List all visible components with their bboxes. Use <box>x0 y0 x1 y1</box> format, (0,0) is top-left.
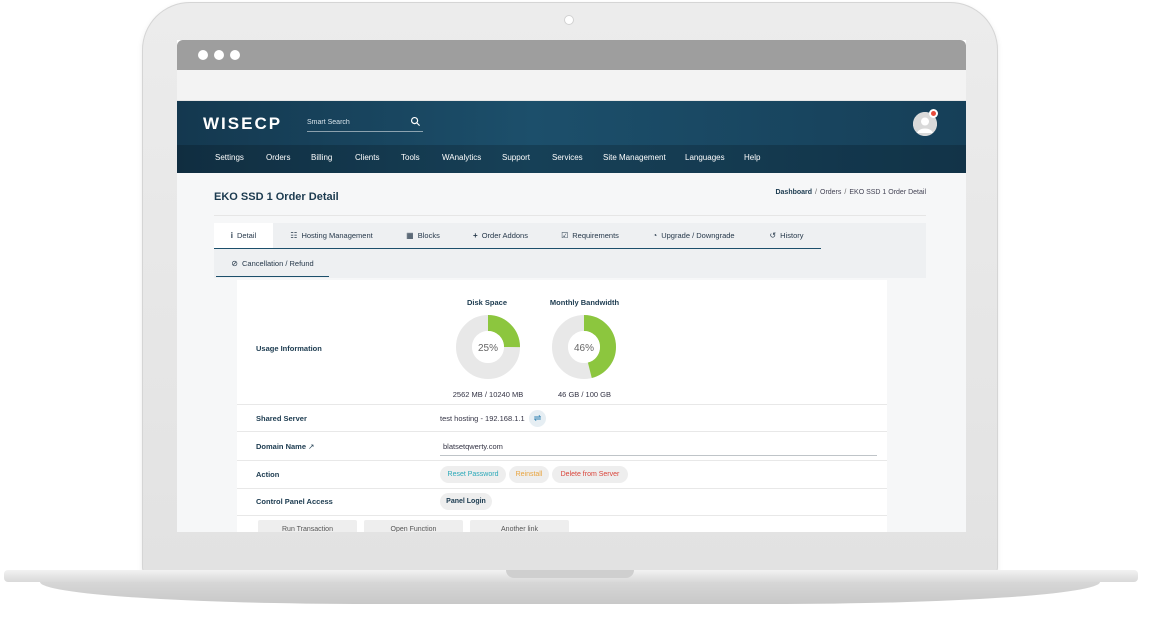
nav-clients[interactable]: Clients <box>355 153 379 162</box>
tab-order-addons[interactable]: + Order Addons <box>456 223 545 249</box>
notification-icon[interactable] <box>929 109 938 118</box>
run-transaction-button[interactable]: Run Transaction <box>258 520 357 532</box>
tab-label: Blocks <box>417 231 440 240</box>
divider <box>237 515 887 516</box>
open-function-button[interactable]: Open Function <box>364 520 463 532</box>
shared-server-value: test hosting - 192.168.1.1 <box>440 414 525 423</box>
breadcrumb-orders[interactable]: Orders <box>820 189 841 196</box>
bandwidth-caption: 46 GB / 100 GB <box>558 390 611 399</box>
webcam-icon <box>564 15 574 25</box>
divider <box>237 460 887 461</box>
nav-support[interactable]: Support <box>502 153 530 162</box>
logo[interactable]: WISECP <box>203 114 282 134</box>
swap-server-icon[interactable]: ⇌ <box>529 410 546 427</box>
plus-icon: + <box>473 231 478 240</box>
bandwidth-donut: 46% <box>552 315 616 379</box>
external-link-icon[interactable]: ↗ <box>308 442 314 451</box>
nav-orders[interactable]: Orders <box>266 153 290 162</box>
history-icon: ↺ <box>769 231 777 240</box>
nav-billing[interactable]: Billing <box>311 153 332 162</box>
nav-languages[interactable]: Languages <box>685 153 725 162</box>
bandwidth-title: Monthly Bandwidth <box>549 298 620 307</box>
tab-history[interactable]: ↺ History <box>752 223 821 249</box>
info-icon: i <box>230 231 234 240</box>
page-title: EKO SSD 1 Order Detail <box>214 191 339 203</box>
nav-tools[interactable]: Tools <box>401 153 420 162</box>
breadcrumb-separator: / <box>815 189 817 196</box>
control-panel-access-label: Control Panel Access <box>256 497 333 506</box>
laptop-base-bottom <box>40 582 1100 604</box>
domain-name-field[interactable] <box>440 438 877 456</box>
action-label: Action <box>256 470 280 479</box>
tab-cancellation-refund[interactable]: ⊘ Cancellation / Refund <box>216 251 329 277</box>
reset-password-button[interactable]: Reset Password <box>440 466 506 483</box>
tab-label: Order Addons <box>481 231 528 240</box>
app-header: WISECP Settings Orders Billing Clients T… <box>177 101 966 173</box>
search-input[interactable] <box>307 115 407 129</box>
window-dot-icon[interactable] <box>198 50 208 60</box>
tab-blocks[interactable]: ▦ Blocks <box>390 223 456 249</box>
tab-upgrade-downgrade[interactable]: ◔ Upgrade / Downgrade <box>635 223 752 249</box>
tab-requirements[interactable]: ☑ Requirements <box>545 223 635 249</box>
breadcrumb-separator: / <box>844 189 847 196</box>
window-dot-icon[interactable] <box>230 50 240 60</box>
disk-space-title: Disk Space <box>466 298 508 307</box>
nav-help[interactable]: Help <box>744 153 760 162</box>
shared-server-label: Shared Server <box>256 414 307 423</box>
breadcrumb-current: EKO SSD 1 Order Detail <box>849 189 926 196</box>
laptop-notch <box>506 570 634 578</box>
nav-site-management[interactable]: Site Management <box>603 153 666 162</box>
tab-label: Requirements <box>572 231 619 240</box>
browser-titlebar <box>177 40 966 70</box>
nav-settings[interactable]: Settings <box>215 153 244 162</box>
another-link-button[interactable]: Another link <box>470 520 569 532</box>
ban-icon: ⊘ <box>231 259 238 268</box>
search-box[interactable] <box>307 115 423 132</box>
domain-name-label: Domain Name ↗ <box>256 442 314 451</box>
tab-label: History <box>780 231 804 240</box>
divider <box>237 404 887 405</box>
disk-space-donut: 25% <box>456 315 520 379</box>
main-nav: Settings Orders Billing Clients Tools WA… <box>177 145 966 173</box>
breadcrumb: Dashboard / Orders / EKO SSD 1 Order Detail <box>775 189 926 196</box>
breadcrumb-dashboard[interactable]: Dashboard <box>775 189 812 196</box>
divider <box>237 488 887 489</box>
disk-space-caption: 2562 MB / 10240 MB <box>452 390 524 399</box>
disk-percent-label: 25% <box>478 343 498 354</box>
tab-label: Upgrade / Downgrade <box>661 231 735 240</box>
blocks-icon: ▦ <box>406 231 414 240</box>
browser-toolbar <box>177 70 966 101</box>
panel-login-button[interactable]: Panel Login <box>440 493 492 510</box>
domain-name-text: Domain Name <box>256 442 307 451</box>
tab-label: Detail <box>237 231 257 240</box>
speedometer-icon: ◔ <box>652 231 658 240</box>
nav-services[interactable]: Services <box>552 153 583 162</box>
tab-label: Hosting Management <box>301 231 373 240</box>
window-dot-icon[interactable] <box>214 50 224 60</box>
reinstall-button[interactable]: Reinstall <box>509 466 549 483</box>
screen: WISECP Settings Orders Billing Clients T… <box>177 40 966 532</box>
tab-detail[interactable]: i Detail <box>214 223 273 249</box>
divider <box>237 431 887 432</box>
bandwidth-percent-label: 46% <box>574 343 594 354</box>
tab-label: Cancellation / Refund <box>241 259 314 268</box>
divider <box>214 215 926 216</box>
checkbox-icon: ☑ <box>561 231 569 240</box>
usage-information-label: Usage Information <box>256 344 322 353</box>
server-list-icon: ☷ <box>290 231 298 240</box>
tab-hosting-management[interactable]: ☷ Hosting Management <box>273 223 390 249</box>
search-icon[interactable] <box>410 116 421 127</box>
nav-wanalytics[interactable]: WAnalytics <box>442 153 481 162</box>
delete-from-server-button[interactable]: Delete from Server <box>552 466 628 483</box>
